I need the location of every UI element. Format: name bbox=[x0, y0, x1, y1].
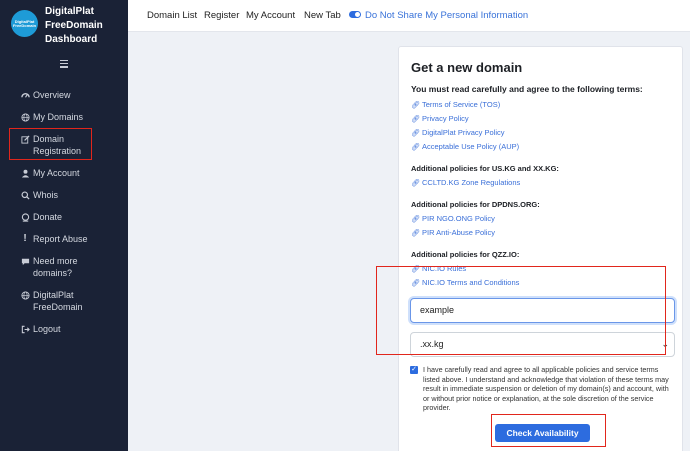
sidebar-item-digitalplat-freedomain[interactable]: DigitalPlat FreeDomain bbox=[19, 289, 107, 313]
policy-link-label: CCLTD.KG Zone Regulations bbox=[422, 178, 521, 187]
section-heading-dpdns: Additional policies for DPDNS.ORG: bbox=[411, 200, 540, 209]
policy-link-label: Privacy Policy bbox=[422, 114, 469, 123]
chat-icon bbox=[19, 255, 31, 267]
annotation-highlight-box bbox=[491, 414, 606, 447]
brand-title: DigitalPlat FreeDomain Dashboard bbox=[45, 6, 103, 45]
exclamation-icon: ! bbox=[23, 233, 27, 244]
agree-terms[interactable]: ✓ I have carefully read and agree to all… bbox=[410, 365, 671, 413]
donate-icon bbox=[19, 211, 31, 223]
policy-link-label: Acceptable Use Policy (AUP) bbox=[422, 142, 520, 151]
sidebar-item-my-domains[interactable]: My Domains bbox=[19, 111, 107, 123]
brand-logo: DigitalPlat FreeDomain bbox=[11, 10, 38, 37]
privacy-link[interactable]: Do Not Share My Personal Information bbox=[365, 10, 528, 21]
section-heading-qzz: Additional policies for QZZ.IO: bbox=[411, 250, 520, 259]
logout-icon bbox=[19, 323, 31, 335]
nav-link-my-account[interactable]: My Account bbox=[246, 10, 295, 21]
sidebar-item-label: My Domains bbox=[33, 112, 84, 122]
agree-text: I have carefully read and agree to all a… bbox=[423, 365, 669, 413]
register-domain-card: Get a new domain You must read carefully… bbox=[398, 46, 683, 451]
sidebar-item-whois[interactable]: Whois bbox=[19, 189, 107, 201]
sidebar-item-logout[interactable]: Logout bbox=[19, 323, 107, 335]
gauge-icon bbox=[19, 89, 31, 101]
sidebar-item-label: Overview bbox=[33, 90, 71, 100]
policy-link-label: PIR NGO.ONG Policy bbox=[422, 214, 495, 223]
agree-checkbox[interactable]: ✓ bbox=[410, 366, 418, 374]
menu-toggle-icon[interactable] bbox=[58, 58, 70, 70]
link-icon: 🔗︎ bbox=[411, 101, 420, 109]
sidebar-item-donate[interactable]: Donate bbox=[19, 211, 107, 223]
link-icon: 🔗︎ bbox=[411, 115, 420, 123]
top-navbar: Domain List Register My Account New Tab … bbox=[128, 0, 690, 32]
policy-link-label: Terms of Service (TOS) bbox=[422, 100, 501, 109]
annotation-highlight-box bbox=[9, 128, 92, 160]
sidebar-item-label: My Account bbox=[33, 168, 80, 178]
policy-link-pir-anti-abuse[interactable]: 🔗︎ PIR Anti-Abuse Policy bbox=[411, 228, 495, 237]
nav-link-domain-list[interactable]: Domain List bbox=[147, 10, 197, 21]
sidebar-item-label: Whois bbox=[33, 190, 59, 200]
user-icon bbox=[19, 167, 31, 179]
sidebar: DigitalPlat FreeDomain DigitalPlat FreeD… bbox=[0, 0, 128, 451]
link-icon: 🔗︎ bbox=[411, 229, 420, 237]
sidebar-item-label: Logout bbox=[33, 324, 61, 334]
policy-link-digitalplat-privacy[interactable]: 🔗︎ DigitalPlat Privacy Policy bbox=[411, 128, 505, 137]
nav-link-register[interactable]: Register bbox=[204, 10, 239, 21]
link-icon: 🔗︎ bbox=[411, 179, 420, 187]
link-icon: 🔗︎ bbox=[411, 129, 420, 137]
globe-icon bbox=[19, 111, 31, 123]
search-icon bbox=[19, 189, 31, 201]
card-title: Get a new domain bbox=[411, 60, 523, 75]
policy-link-aup[interactable]: 🔗︎ Acceptable Use Policy (AUP) bbox=[411, 142, 519, 151]
sidebar-item-need-more-domains[interactable]: Need more domains? bbox=[19, 255, 107, 279]
sidebar-item-label: DigitalPlat FreeDomain bbox=[33, 290, 83, 312]
sidebar-item-label: Report Abuse bbox=[33, 234, 88, 244]
link-icon: 🔗︎ bbox=[411, 215, 420, 223]
terms-intro: You must read carefully and agree to the… bbox=[411, 84, 643, 94]
link-icon: 🔗︎ bbox=[411, 143, 420, 151]
brand[interactable]: DigitalPlat FreeDomain DigitalPlat FreeD… bbox=[0, 0, 128, 50]
sidebar-item-overview[interactable]: Overview bbox=[19, 89, 107, 101]
sidebar-item-label: Need more domains? bbox=[33, 256, 78, 278]
sidebar-item-report-abuse[interactable]: ! Report Abuse bbox=[19, 233, 107, 245]
policy-link-privacy[interactable]: 🔗︎ Privacy Policy bbox=[411, 114, 469, 123]
globe-icon bbox=[19, 289, 31, 301]
policy-link-label: DigitalPlat Privacy Policy bbox=[422, 128, 505, 137]
section-heading-uskg: Additional policies for US.KG and XX.KG: bbox=[411, 164, 559, 173]
policy-link-label: PIR Anti-Abuse Policy bbox=[422, 228, 495, 237]
sidebar-item-label: Donate bbox=[33, 212, 63, 222]
policy-link-pir-ngo[interactable]: 🔗︎ PIR NGO.ONG Policy bbox=[411, 214, 495, 223]
nav-link-new-tab[interactable]: New Tab bbox=[304, 10, 341, 21]
sidebar-item-my-account[interactable]: My Account bbox=[19, 167, 107, 179]
policy-link-tos[interactable]: 🔗︎ Terms of Service (TOS) bbox=[411, 100, 500, 109]
policy-link-ccltd[interactable]: 🔗︎ CCLTD.KG Zone Regulations bbox=[411, 178, 520, 187]
annotation-highlight-box bbox=[376, 266, 666, 355]
privacy-toggle-icon[interactable] bbox=[349, 11, 361, 18]
